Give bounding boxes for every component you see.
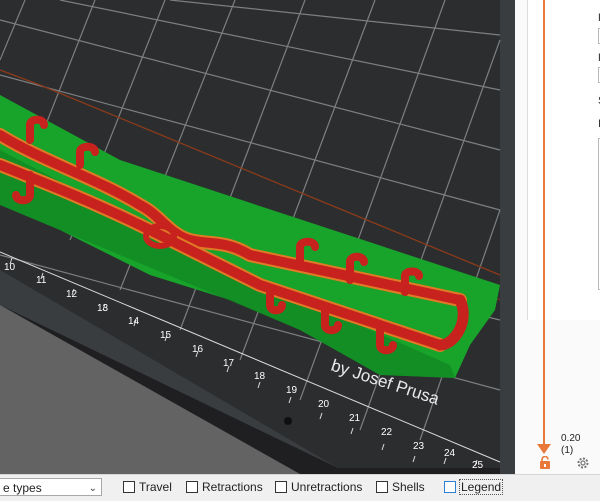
ruler-label: 25	[472, 460, 484, 471]
ruler-label: 19	[286, 385, 298, 396]
checkbox-box[interactable]	[275, 481, 287, 493]
ruler-label: 22	[381, 427, 393, 438]
checkbox-label: Shells	[392, 480, 425, 494]
ruler-label: 20	[318, 399, 330, 410]
ruler-label: 16	[192, 344, 204, 355]
checkbox-label: Travel	[139, 480, 172, 494]
layer-slider-handle[interactable]	[537, 444, 551, 454]
layer-slider-readout: 0.20 (1)	[561, 433, 580, 457]
ruler-label: 11	[36, 275, 47, 286]
ruler-label: 24	[444, 448, 456, 459]
checkbox-label: Unretractions	[291, 480, 363, 494]
checkbox-label: Legend	[458, 479, 504, 495]
ruler-label: 18	[254, 371, 266, 382]
checkbox-box[interactable]	[444, 481, 456, 493]
legend-checkbox[interactable]: Legend	[444, 479, 504, 495]
gear-icon[interactable]	[576, 456, 590, 470]
view-type-select[interactable]: e types ⌄	[0, 478, 102, 496]
checkbox-box[interactable]	[186, 481, 198, 493]
ruler-label: 10	[4, 262, 16, 273]
bed-hole	[284, 417, 292, 425]
settings-panel: F F S I	[527, 0, 600, 320]
ruler-label: 23	[413, 441, 425, 452]
chevron-down-icon: ⌄	[88, 483, 97, 494]
checkbox-box[interactable]	[123, 481, 135, 493]
checkbox-box[interactable]	[376, 481, 388, 493]
ruler-label: 13	[97, 303, 109, 314]
travel-checkbox[interactable]: Travel	[123, 480, 172, 494]
lock-icon[interactable]	[539, 456, 551, 469]
print-preview-scene: 10 11 12 13 14 15 16 17 18 19 20 21 22 2…	[0, 0, 501, 474]
ruler-label: 12	[66, 289, 78, 300]
ruler-label: 15	[160, 330, 172, 341]
retractions-checkbox[interactable]: Retractions	[186, 480, 263, 494]
unretractions-checkbox[interactable]: Unretractions	[275, 480, 362, 494]
layer-slider-track[interactable]	[543, 0, 545, 452]
3d-preview-viewport[interactable]: 10 11 12 13 14 15 16 17 18 19 20 21 22 2…	[0, 0, 515, 474]
ruler-label: 17	[223, 358, 235, 369]
ruler-label: 14	[128, 316, 140, 327]
layer-height: 0.20	[561, 433, 581, 444]
ruler-label: 21	[349, 413, 361, 424]
shells-checkbox[interactable]: Shells	[376, 480, 425, 494]
checkbox-label: Retractions	[202, 480, 263, 494]
view-type-value: e types	[3, 481, 42, 495]
